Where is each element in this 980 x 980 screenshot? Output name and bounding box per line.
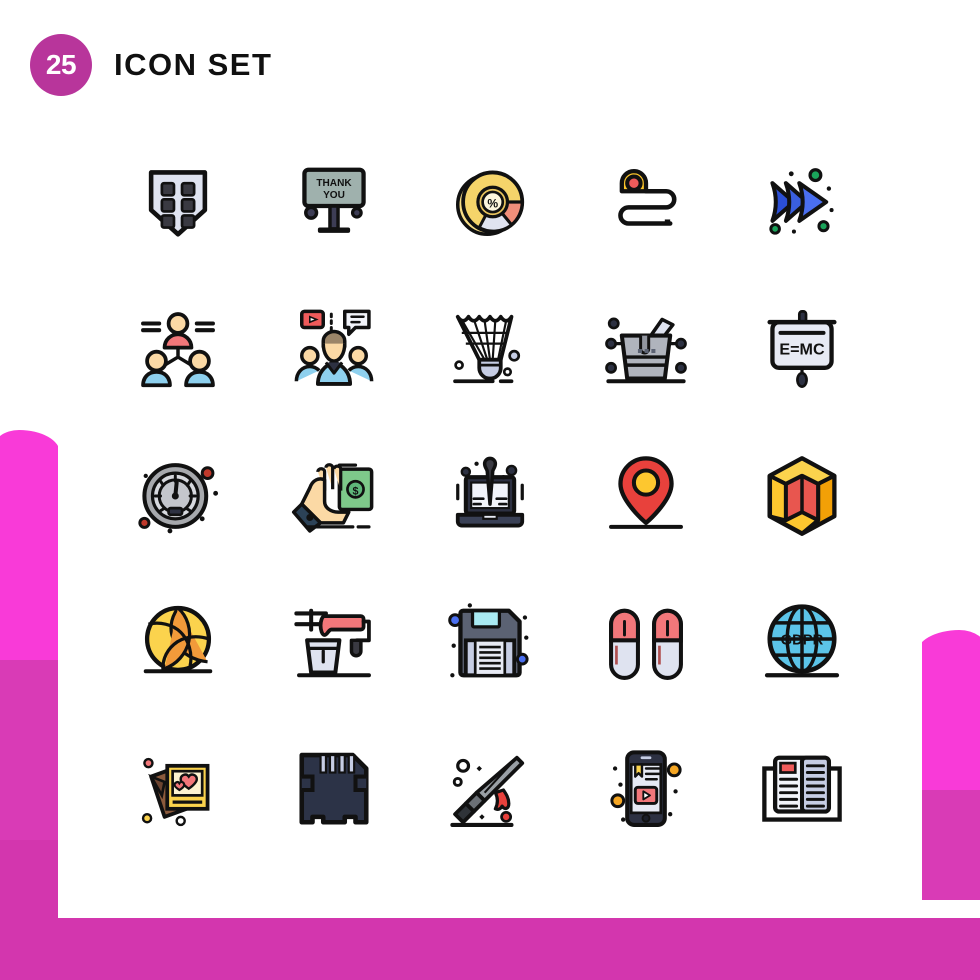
icon-cell-19[interactable]: Pair of slippers: [568, 569, 724, 716]
icon-count-badge: 25: [30, 34, 92, 96]
icon-cell-18[interactable]: Floppy disk save: [412, 569, 568, 716]
icon-cell-1[interactable]: Shield with grid blocks: [100, 128, 256, 275]
decor-ribbon-bottom: [0, 918, 980, 980]
icon-cell-23[interactable]: Knife with blood: [412, 716, 568, 863]
floppy-disk-save-icon[interactable]: Floppy disk save: [447, 600, 533, 686]
sd-memory-card-icon[interactable]: SD memory card: [291, 747, 377, 833]
icon-cell-5[interactable]: Triple fast-forward arrows: [724, 128, 880, 275]
page-header: 25 ICON SET: [30, 34, 272, 96]
icon-cell-22[interactable]: SD memory card: [256, 716, 412, 863]
mobile-video-player-icon[interactable]: Mobile phone video player: [603, 747, 689, 833]
cube-gem-icon[interactable]: 3D cube gem: [759, 453, 845, 539]
svg-text:%: %: [487, 196, 498, 210]
fast-forward-arrows-icon[interactable]: Triple fast-forward arrows: [759, 159, 845, 245]
decor-ribbon-right-bright: [916, 630, 980, 800]
speedometer-gauge-icon[interactable]: Speedometer gauge: [135, 453, 221, 539]
decor-ribbon-left-bright: [0, 430, 60, 690]
icon-cell-10[interactable]: E=MC Presentation board E=MC: [724, 275, 880, 422]
icon-cell-21[interactable]: Photos with hearts: [100, 716, 256, 863]
laptop-pen-blogging-icon[interactable]: Laptop with pen writing: [447, 453, 533, 539]
gdpr-globe-icon[interactable]: GDPR GDPR globe: [759, 600, 845, 686]
icon-cell-20[interactable]: GDPR GDPR globe: [724, 569, 880, 716]
icon-cell-24[interactable]: Mobile phone video player: [568, 716, 724, 863]
svg-text:THANK: THANK: [316, 177, 352, 188]
hand-holding-cash-icon[interactable]: $ Hand holding money bill: [291, 453, 377, 539]
icon-cell-3[interactable]: % Percentage donut chart: [412, 128, 568, 275]
team-hierarchy-icon[interactable]: Team organization chart: [135, 306, 221, 392]
icon-cell-7[interactable]: Team video chat: [256, 275, 412, 422]
icon-cell-2[interactable]: THANK YOU THANK YOU billboard sign: [256, 128, 412, 275]
percentage-pie-chart-icon[interactable]: % Percentage donut chart: [447, 159, 533, 245]
location-pin-icon[interactable]: Map location pin: [603, 453, 689, 539]
decor-ribbon-left-mid: [0, 660, 60, 860]
shield-grid-icon[interactable]: Shield with grid blocks: [135, 159, 221, 245]
icon-cell-12[interactable]: $ Hand holding money bill: [256, 422, 412, 569]
love-photos-icon[interactable]: Photos with hearts: [135, 747, 221, 833]
icon-cell-11[interactable]: Speedometer gauge: [100, 422, 256, 569]
icon-cell-8[interactable]: Badminton shuttlecock: [412, 275, 568, 422]
icon-set-page: 25 ICON SET Shield with grid blocks: [0, 0, 980, 980]
svg-text:$: $: [353, 485, 359, 497]
svg-text:GDPR: GDPR: [781, 632, 824, 648]
icon-cell-6[interactable]: Team organization chart: [100, 275, 256, 422]
icon-cell-16[interactable]: Volleyball: [100, 569, 256, 716]
thank-you-billboard-icon[interactable]: THANK YOU THANK YOU billboard sign: [291, 159, 377, 245]
champagne-ice-bucket-icon[interactable]: Champagne bottle in ice bucket: [603, 306, 689, 392]
icon-cell-15[interactable]: 3D cube gem: [724, 422, 880, 569]
newspaper-icon[interactable]: Newspaper: [759, 747, 845, 833]
icon-cell-17[interactable]: Paint roller with bucket: [256, 569, 412, 716]
icon-cell-25[interactable]: Newspaper: [724, 716, 880, 863]
icon-grid: Shield with grid blocks THANK YOU THANK …: [100, 128, 880, 863]
bloody-knife-icon[interactable]: Knife with blood: [447, 747, 533, 833]
page-title: ICON SET: [114, 47, 273, 82]
icon-cell-14[interactable]: Map location pin: [568, 422, 724, 569]
svg-text:YOU: YOU: [323, 189, 345, 200]
paint-roller-bucket-icon[interactable]: Paint roller with bucket: [291, 600, 377, 686]
video-conference-team-icon[interactable]: Team video chat: [291, 306, 377, 392]
decor-ribbon-right-mid: [916, 790, 980, 900]
presentation-board-icon[interactable]: E=MC Presentation board E=MC: [759, 306, 845, 392]
volleyball-icon[interactable]: Volleyball: [135, 600, 221, 686]
svg-text:E=MC: E=MC: [779, 340, 825, 358]
shuttlecock-icon[interactable]: Badminton shuttlecock: [447, 306, 533, 392]
measuring-tape-icon[interactable]: Measuring tape: [603, 159, 689, 245]
slippers-icon[interactable]: Pair of slippers: [603, 600, 689, 686]
icon-cell-4[interactable]: Measuring tape: [568, 128, 724, 275]
icon-cell-9[interactable]: Champagne bottle in ice bucket: [568, 275, 724, 422]
icon-cell-13[interactable]: Laptop with pen writing: [412, 422, 568, 569]
